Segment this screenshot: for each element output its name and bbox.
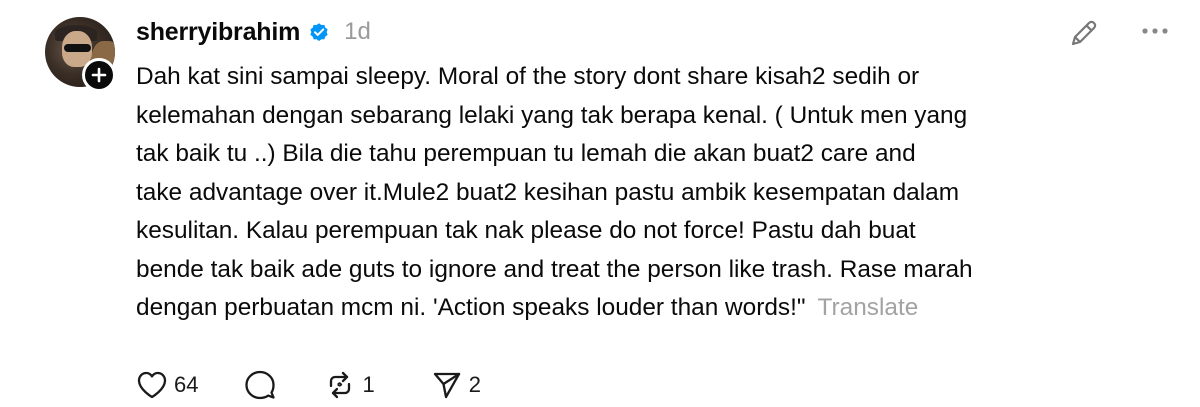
post-body: Dah kat sini sampai sleepy. Moral of the… xyxy=(136,58,1166,328)
post-body-last-line: dengan perbuatan mcm ni. 'Action speaks … xyxy=(136,289,1166,328)
share-button[interactable]: 2 xyxy=(431,369,481,401)
reply-button[interactable] xyxy=(244,369,276,401)
translate-link[interactable]: Translate xyxy=(818,294,919,321)
like-count: 64 xyxy=(174,372,199,397)
post-body-line: Dah kat sini sampai sleepy. Moral of the… xyxy=(136,63,920,90)
heart-icon xyxy=(137,371,167,399)
post-body-line: kesulitan. Kalau perempuan tak nak pleas… xyxy=(136,217,916,244)
like-button[interactable]: 64 xyxy=(136,370,198,400)
more-horizontal-icon[interactable] xyxy=(1140,20,1170,42)
post-timestamp[interactable]: 1d xyxy=(344,18,371,46)
repost-button[interactable]: 1 xyxy=(324,369,375,401)
share-count: 2 xyxy=(468,372,481,397)
pencil-icon[interactable] xyxy=(1067,16,1101,50)
username[interactable]: sherryibrahim xyxy=(136,18,300,47)
post-header: sherryibrahim 1d xyxy=(136,14,371,50)
post-body-line: tak baik tu ..) Bila die tahu perempuan … xyxy=(136,140,916,167)
send-icon xyxy=(433,372,460,399)
repost-count: 1 xyxy=(362,372,375,397)
thread-post: sherryibrahim 1d Dah kat sini sampai sle… xyxy=(0,0,1200,407)
plus-icon xyxy=(91,67,107,83)
follow-button[interactable] xyxy=(82,58,116,92)
comment-icon xyxy=(245,370,276,400)
post-body-line: take advantage over it.Mule2 buat2 kesih… xyxy=(136,178,960,206)
post-actions: 64 1 2 xyxy=(136,366,481,404)
repost-icon xyxy=(330,371,351,399)
post-body-line: dengan perbuatan mcm ni. 'Action speaks … xyxy=(136,294,806,321)
post-body-line: bende tak baik ade guts to ignore and tr… xyxy=(136,255,973,283)
post-body-line: kelemahan dengan sebarang lelaki yang ta… xyxy=(136,101,968,129)
verified-badge-icon xyxy=(308,21,330,43)
